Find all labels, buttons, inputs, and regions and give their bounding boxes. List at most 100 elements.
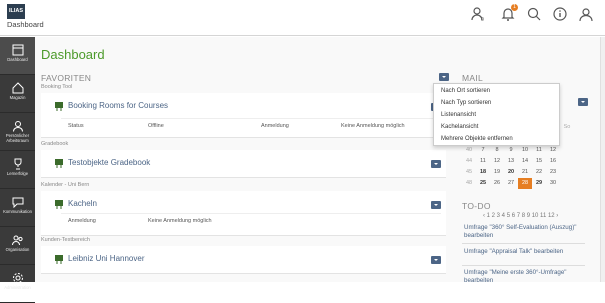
calendar-day[interactable]: 9 bbox=[504, 145, 518, 156]
notification-bell-icon[interactable]: 1 bbox=[500, 4, 518, 22]
weekday-label: So bbox=[563, 124, 571, 130]
calendar-day[interactable]: 15 bbox=[532, 156, 546, 167]
help-icon[interactable] bbox=[552, 6, 568, 22]
item-title-link[interactable]: Leibniz Uni Hannover bbox=[68, 254, 145, 263]
item-actions-button[interactable] bbox=[431, 201, 441, 209]
menu-item-tile-view[interactable]: Kachelansicht bbox=[441, 124, 478, 130]
gradebook-icon bbox=[55, 159, 63, 168]
item-actions-button[interactable] bbox=[431, 256, 441, 264]
sidebar-item-kommunikation[interactable]: Kommunikation bbox=[0, 189, 35, 227]
calendar-day[interactable]: 30 bbox=[546, 178, 560, 189]
sidebar-item-label: Kommunikation bbox=[3, 209, 32, 214]
sidebar-item-label: Magazin bbox=[9, 95, 26, 100]
list-item: Booking Rooms for Courses Status Offline… bbox=[41, 93, 446, 138]
calendar-day[interactable]: 25 bbox=[476, 178, 490, 189]
week-number: 40 bbox=[465, 147, 473, 153]
calendar-day[interactable]: 19 bbox=[490, 167, 504, 178]
sidebar-item-label: Organisation bbox=[5, 247, 30, 252]
logo-subtitle: Dashboard bbox=[7, 20, 44, 29]
todo-item-link[interactable]: Umfrage "360° Self-Evaluation (Auszug)" … bbox=[464, 224, 587, 239]
main-sidebar: Dashboard Magazin Persönlicher Arbeitsra… bbox=[0, 37, 35, 303]
calendar-day[interactable]: 21 bbox=[518, 167, 532, 178]
mail-actions-button[interactable] bbox=[578, 98, 588, 106]
calendar-day[interactable]: 10 bbox=[518, 145, 532, 156]
group-label: Kalender - Uni Bern bbox=[41, 182, 90, 188]
divider bbox=[462, 265, 585, 266]
favorites-actions-dropdown: Nach Ort sortieren Nach Typ sortieren Li… bbox=[433, 83, 560, 146]
property-label: Status bbox=[68, 123, 84, 129]
divider bbox=[462, 243, 585, 244]
category-icon bbox=[55, 255, 63, 264]
menu-item-sort-location[interactable]: Nach Ort sortieren bbox=[441, 88, 490, 94]
item-title-link[interactable]: Testobjekte Gradebook bbox=[68, 158, 150, 167]
menu-item-sort-type[interactable]: Nach Typ sortieren bbox=[441, 100, 491, 106]
sidebar-item-organisation[interactable]: Organisation bbox=[0, 227, 35, 265]
property-value: Keine Anmeldung möglich bbox=[148, 218, 212, 224]
week-number: 44 bbox=[465, 158, 473, 164]
calendar-day[interactable]: 16 bbox=[546, 156, 560, 167]
dashboard-icon bbox=[12, 44, 23, 56]
calendar-day[interactable]: 20 bbox=[504, 167, 518, 178]
booking-pool-icon bbox=[55, 102, 63, 111]
property-label: Anmeldung bbox=[261, 123, 289, 129]
calendar-day[interactable]: 12 bbox=[490, 156, 504, 167]
calendar-day[interactable]: 26 bbox=[490, 178, 504, 189]
calendar-day[interactable]: 29 bbox=[532, 178, 546, 189]
list-item: Leibniz Uni Hannover bbox=[41, 246, 446, 274]
property-value: Offline bbox=[148, 123, 164, 129]
calendar-day[interactable]: 11 bbox=[476, 156, 490, 167]
menu-item-remove-multiple[interactable]: Mehrere Objekte entfernen bbox=[441, 136, 513, 142]
list-item: Testobjekte Gradebook bbox=[41, 150, 446, 178]
week-number: 45 bbox=[465, 169, 473, 175]
calendar-day[interactable]: 13 bbox=[504, 156, 518, 167]
repository-icon bbox=[12, 82, 23, 94]
favorites-actions-button[interactable] bbox=[439, 73, 449, 81]
sidebar-item-lernerfolge[interactable]: Lernerfolge bbox=[0, 151, 35, 189]
mail-heading: MAIL bbox=[462, 73, 484, 83]
contacts-icon[interactable]: 0 bbox=[470, 6, 486, 23]
sidebar-item-dashboard[interactable]: Dashboard bbox=[0, 37, 35, 75]
property-label: Anmeldung bbox=[68, 218, 96, 224]
pagination-pages[interactable]: 1 2 3 4 5 6 7 8 9 10 11 12 bbox=[487, 213, 555, 219]
user-avatar-icon[interactable] bbox=[578, 6, 594, 22]
item-title-link[interactable]: Kacheln bbox=[68, 199, 97, 208]
ilias-logo[interactable]: ILIAS bbox=[7, 4, 25, 19]
sidebar-item-label: Lernerfolge bbox=[6, 171, 29, 176]
todo-item-link[interactable]: Umfrage "Appraisal Talk" bearbeiten bbox=[464, 248, 587, 256]
calendar-day[interactable]: 27 bbox=[504, 178, 518, 189]
sidebar-item-personal-workspace[interactable]: Persönlicher Arbeitsraum bbox=[0, 113, 35, 151]
sidebar-item-label: Dashboard bbox=[7, 57, 28, 62]
page-scrollbar[interactable] bbox=[600, 37, 605, 282]
calendar-day[interactable]: 23 bbox=[546, 167, 560, 178]
search-icon[interactable] bbox=[526, 6, 542, 22]
sidebar-item-label: Administration bbox=[4, 285, 31, 290]
calendar-day[interactable]: 22 bbox=[532, 167, 546, 178]
item-title-link[interactable]: Booking Rooms for Courses bbox=[68, 101, 168, 110]
calendar-day[interactable]: 18 bbox=[476, 167, 490, 178]
main-content: Dashboard FAVORITEN Booking Tool Booking… bbox=[35, 37, 600, 284]
calendar-day[interactable]: 7 bbox=[476, 145, 490, 156]
property-value: Keine Anmeldung möglich bbox=[341, 123, 405, 129]
calendar-day[interactable]: 12 bbox=[546, 145, 560, 156]
organisation-icon bbox=[11, 235, 23, 246]
gear-icon bbox=[12, 273, 23, 283]
todo-pagination[interactable]: ‹ 1 2 3 4 5 6 7 8 9 10 11 12 › bbox=[483, 213, 558, 219]
menu-item-list-view[interactable]: Listenansicht bbox=[441, 112, 476, 118]
todo-heading: TO-DO bbox=[462, 201, 491, 211]
calendar-day-today[interactable]: 28 bbox=[518, 178, 532, 189]
favorites-heading: FAVORITEN bbox=[41, 73, 92, 83]
calendar-day[interactable]: 11 bbox=[532, 145, 546, 156]
group-label: Kunden-Testbereich bbox=[41, 237, 90, 243]
item-actions-button[interactable] bbox=[431, 160, 441, 168]
group-label: Booking Tool bbox=[41, 84, 73, 90]
group-label: Gradebook bbox=[41, 141, 69, 147]
sidebar-item-administration[interactable]: Administration bbox=[0, 265, 35, 303]
page-title: Dashboard bbox=[41, 47, 105, 62]
chat-icon bbox=[12, 197, 23, 208]
sidebar-item-magazin[interactable]: Magazin bbox=[0, 75, 35, 113]
calendar-day[interactable]: 14 bbox=[518, 156, 532, 167]
personal-workspace-icon bbox=[12, 121, 23, 132]
svg-text:0: 0 bbox=[481, 17, 484, 22]
top-bar: ILIAS Dashboard 0 1 bbox=[0, 0, 605, 36]
calendar-day[interactable]: 8 bbox=[490, 145, 504, 156]
